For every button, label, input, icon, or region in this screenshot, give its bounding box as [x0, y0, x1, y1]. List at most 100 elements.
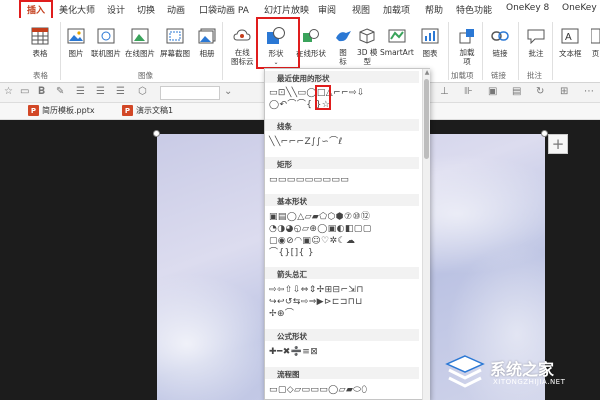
- shape-fill-icon[interactable]: ⬡: [138, 86, 147, 97]
- picture-icon: [66, 26, 86, 46]
- basic-shapes-row[interactable]: ▣▤◯△▱▰⬠⬡⬢⑦⑩⑫: [269, 212, 370, 223]
- textbox-button[interactable]: A 文本框: [559, 26, 582, 59]
- addins-button[interactable]: 加载 项: [457, 26, 477, 66]
- doc-tab-presentation1[interactable]: P 演示文稿1: [122, 105, 173, 116]
- highlight-box-shape: [315, 85, 331, 110]
- table-button[interactable]: 表格: [30, 26, 50, 59]
- save-icon[interactable]: ▭: [20, 86, 29, 97]
- align-left-icon[interactable]: ☰: [76, 86, 85, 97]
- online-picture-icon: [96, 26, 116, 46]
- section-basic-shapes: 基本形状: [265, 194, 419, 206]
- arrange-icon[interactable]: ▤: [512, 86, 521, 97]
- chevron-down-icon[interactable]: ⌄: [224, 86, 232, 97]
- distribute-icon[interactable]: ⊪: [464, 86, 473, 97]
- section-rectangles: 矩形: [265, 157, 419, 169]
- online-shapes-icon: [301, 26, 321, 46]
- tab-onekey-a[interactable]: OneKey 8: [506, 3, 549, 13]
- group-label-images: 图像: [138, 71, 153, 80]
- resize-handle[interactable]: [541, 130, 548, 137]
- smartart-button[interactable]: SmartArt: [380, 26, 414, 57]
- tab-features[interactable]: 特色功能: [456, 3, 492, 16]
- basic-shapes-row[interactable]: ▢◉⊘◠▣☺♡✲☾☁: [269, 236, 355, 247]
- ribbon-separator: [552, 22, 553, 80]
- watermark-url: XITONGZHIJIA.NET: [493, 378, 566, 386]
- link-icon: [490, 26, 510, 46]
- tab-transitions[interactable]: 切换: [137, 3, 155, 16]
- screenshot-button[interactable]: 屏幕截图: [160, 26, 190, 59]
- cloud-icon: [232, 26, 252, 46]
- album-icon: [197, 26, 217, 46]
- rectangle-shapes-row[interactable]: ▭▭▭▭▭▭▭▭▭: [269, 175, 349, 186]
- group-label-link: 链接: [491, 71, 506, 80]
- align-center-icon[interactable]: ☰: [96, 86, 105, 97]
- rotate-icon[interactable]: ↻: [536, 86, 544, 97]
- more-icon[interactable]: ⋯: [584, 86, 594, 97]
- basic-shapes-row[interactable]: ◔◑◕◵▱⊕◯▣◐◧▢▢: [269, 224, 372, 235]
- section-equation-shapes: 公式形状: [265, 329, 419, 341]
- scroll-up-icon[interactable]: ▲: [423, 69, 431, 76]
- chart-button[interactable]: 图表: [420, 26, 440, 59]
- ribbon-separator: [60, 22, 61, 80]
- tab-onekey-b[interactable]: OneKey 8: [562, 3, 600, 13]
- arrow-shapes-row[interactable]: ⇨⇦⇧⇩⇔⇕✢⊞⊟⌐⇲⊓: [269, 285, 364, 296]
- tab-design[interactable]: 设计: [107, 3, 125, 16]
- tab-animations[interactable]: 动画: [167, 3, 185, 16]
- picture-button[interactable]: 图片: [66, 26, 86, 59]
- textbox-icon: A: [560, 26, 580, 46]
- ribbon-separator: [518, 22, 519, 80]
- equation-shapes-row[interactable]: ✚━✖➗≡⊠: [269, 347, 318, 358]
- tab-view[interactable]: 视图: [352, 3, 370, 16]
- tab-beautify[interactable]: 美化大师: [59, 3, 95, 16]
- doc-tab-label: 演示文稿1: [136, 106, 174, 115]
- watermark-logo: [445, 354, 487, 396]
- link-button[interactable]: 链接: [490, 26, 510, 59]
- online-picture2-button[interactable]: 在线图片: [125, 26, 155, 59]
- highlight-box-shapes: [256, 17, 300, 69]
- align-right-icon[interactable]: ☰: [116, 86, 125, 97]
- chart-icon: [420, 26, 440, 46]
- cube-icon: [357, 26, 377, 46]
- flowchart-shapes-row[interactable]: ▭▢◇▱▭▭▭◯▱▰⬭⬯: [269, 385, 367, 396]
- section-arrows: 箭头总汇: [265, 267, 419, 279]
- section-flowchart: 流程图: [265, 367, 419, 379]
- icons-button[interactable]: 图 标: [333, 26, 353, 66]
- ribbon-separator: [448, 22, 449, 80]
- shapes-scrollbar[interactable]: ▲: [422, 69, 430, 400]
- arrow-shapes-row[interactable]: ✢⊕⌒: [269, 309, 294, 320]
- bold-icon[interactable]: 𝐁: [38, 86, 45, 97]
- online-icon-cloud-button[interactable]: 在线 图标云: [231, 26, 254, 66]
- font-select[interactable]: [160, 86, 220, 100]
- 3d-model-button[interactable]: 3D 模 型: [357, 26, 377, 66]
- arrow-shapes-row[interactable]: ↪↩↺⇆⇨⇒▶⊳⊏⊐⊓⊔: [269, 297, 363, 308]
- pptx-file-icon: P: [28, 105, 39, 116]
- shapes-dropdown: 最近使用的形状 ▭⊡╲╲▭◯□△⌐⌐⇨⇩ ◯↶⌒⌒{ }☆ 线条 ╲╲⌐⌐⌐Z∫…: [264, 68, 430, 400]
- album-button[interactable]: 相册: [197, 26, 217, 59]
- doc-tab-resume[interactable]: P 简历模板.pptx: [28, 105, 95, 116]
- brush-icon[interactable]: ✎: [56, 86, 64, 97]
- comment-button[interactable]: 批注: [526, 26, 546, 59]
- online-picture-button[interactable]: 联机图片: [91, 26, 121, 59]
- section-recent-shapes: 最近使用的形状: [265, 71, 419, 83]
- smartart-icon: [387, 26, 407, 46]
- page-icon: [591, 26, 600, 46]
- line-shapes-row[interactable]: ╲╲⌐⌐⌐Z∫∫∽⌒ℓ: [269, 137, 343, 148]
- tab-addins[interactable]: 加载项: [383, 3, 410, 16]
- group-label-comment: 批注: [527, 71, 542, 80]
- tab-pocket-animation[interactable]: 口袋动画 PA: [199, 3, 249, 16]
- star-icon[interactable]: ☆: [4, 86, 13, 97]
- table-icon: [30, 26, 50, 46]
- online-shapes-button[interactable]: 在线形状: [296, 26, 326, 59]
- comment-icon: [526, 26, 546, 46]
- header-footer-button[interactable]: 页: [591, 26, 600, 59]
- resize-handle[interactable]: [153, 130, 160, 137]
- tab-help[interactable]: 帮助: [425, 3, 443, 16]
- tab-review[interactable]: 审阅: [318, 3, 336, 16]
- screenshot-icon: [165, 26, 185, 46]
- align-icon[interactable]: ⊥: [440, 86, 449, 97]
- basic-shapes-row[interactable]: ⌒{}[]{ }: [269, 248, 314, 259]
- group-icon[interactable]: ▣: [488, 86, 497, 97]
- size-icon[interactable]: ⊞: [560, 86, 568, 97]
- tab-slideshow[interactable]: 幻灯片放映: [264, 3, 309, 16]
- add-button[interactable]: +: [548, 134, 568, 154]
- scrollbar-thumb[interactable]: [424, 79, 429, 159]
